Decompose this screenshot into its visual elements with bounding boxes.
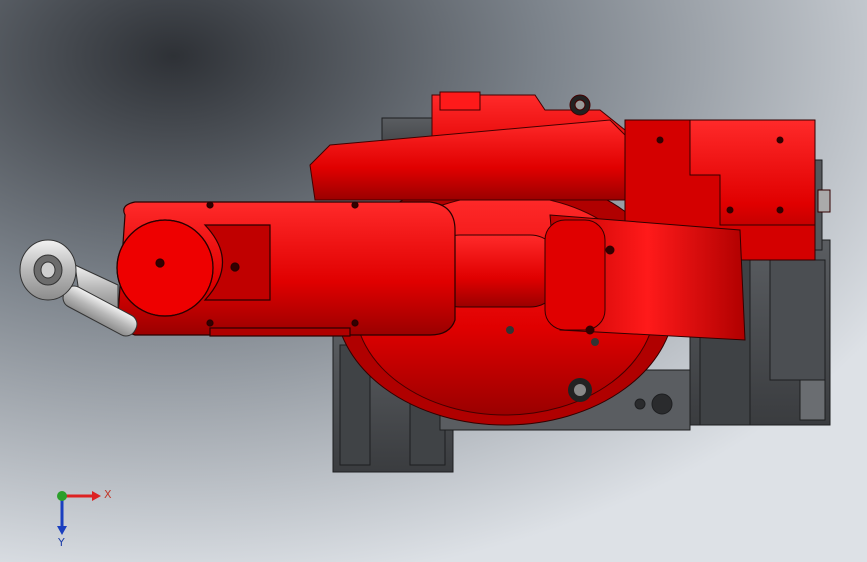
y-axis-label: Y bbox=[57, 536, 65, 549]
x-axis-label: X bbox=[104, 488, 112, 501]
cad-viewport[interactable]: X Y bbox=[0, 0, 867, 562]
triad-origin-icon bbox=[57, 491, 67, 501]
upper-arm-link bbox=[116, 201, 456, 337]
robot-scene: X Y bbox=[0, 0, 867, 562]
